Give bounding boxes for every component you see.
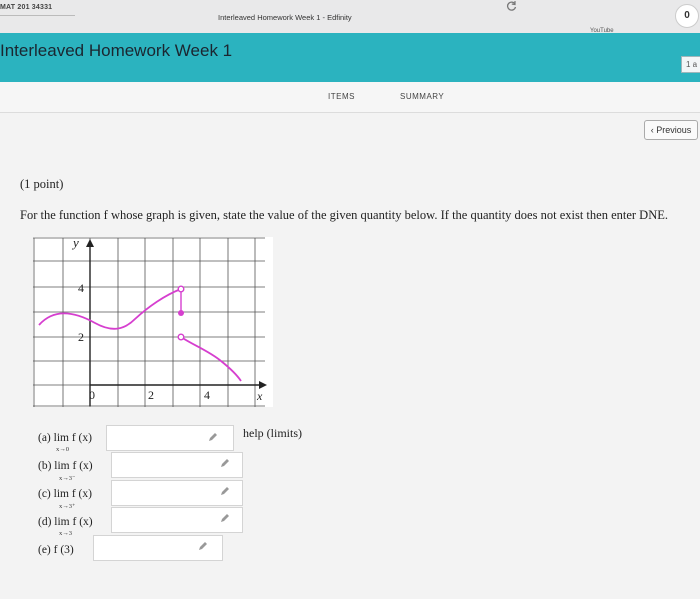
- question-a-label: (a) lim f (x): [38, 432, 92, 444]
- page-title: Interleaved Homework Week 1: [0, 41, 233, 60]
- question-d-sub: x→3: [59, 530, 72, 537]
- question-b-label: (b) lim f (x): [38, 460, 93, 472]
- problem-prompt: For the function f whose graph is given,…: [20, 208, 668, 222]
- side-panel-button[interactable]: 1 a: [681, 56, 700, 73]
- pencil-icon[interactable]: [219, 485, 231, 497]
- open-point-top: [177, 285, 185, 293]
- question-d-label: (d) lim f (x): [38, 516, 93, 528]
- previous-label: Previous: [656, 125, 692, 135]
- question-b-sub: x→3⁻: [59, 475, 76, 482]
- open-point-bottom: [177, 333, 185, 341]
- x-tick-2: 2: [148, 388, 154, 402]
- problem-points: (1 point): [20, 177, 64, 191]
- pencil-icon[interactable]: [219, 457, 231, 469]
- tab-summary[interactable]: SUMMARY: [400, 92, 444, 101]
- reload-icon[interactable]: [506, 0, 518, 12]
- page-header: Interleaved Homework Week 1 1 a: [0, 33, 700, 82]
- question-c-sub: x→3⁺: [59, 503, 76, 510]
- y-tick-0: 0: [89, 388, 95, 402]
- y-tick-2: 2: [78, 330, 84, 344]
- function-graph: y x 4 2 0 2 4: [33, 237, 273, 407]
- browser-tab-title[interactable]: Interleaved Homework Week 1 - Edfinity: [218, 13, 352, 22]
- question-c-label: (c) lim f (x): [38, 488, 92, 500]
- previous-button[interactable]: ‹ Previous: [644, 120, 698, 140]
- y-axis-label: y: [71, 237, 79, 250]
- browser-tab-left[interactable]: MAT 201 34331: [0, 4, 52, 11]
- y-tick-4: 4: [78, 281, 84, 295]
- chevron-left-icon: ‹: [650, 125, 654, 135]
- question-e-label: (e) f (3): [38, 544, 74, 556]
- graph-background: [33, 237, 273, 407]
- tab-nav: ITEMS SUMMARY: [0, 82, 700, 113]
- tab-items[interactable]: ITEMS: [328, 92, 355, 101]
- x-tick-4: 4: [204, 388, 210, 402]
- pencil-icon[interactable]: [219, 512, 231, 524]
- tab-divider: [0, 15, 75, 16]
- browser-chrome: MAT 201 34331 Interleaved Homework Week …: [0, 0, 700, 34]
- pencil-icon[interactable]: [207, 431, 219, 443]
- help-limits-link[interactable]: help (limits): [243, 426, 302, 441]
- x-axis-label: x: [256, 389, 263, 403]
- filled-point: [178, 310, 184, 316]
- question-a-sub: x→0: [56, 446, 69, 453]
- pencil-icon[interactable]: [197, 540, 209, 552]
- notification-badge[interactable]: 0: [675, 4, 699, 28]
